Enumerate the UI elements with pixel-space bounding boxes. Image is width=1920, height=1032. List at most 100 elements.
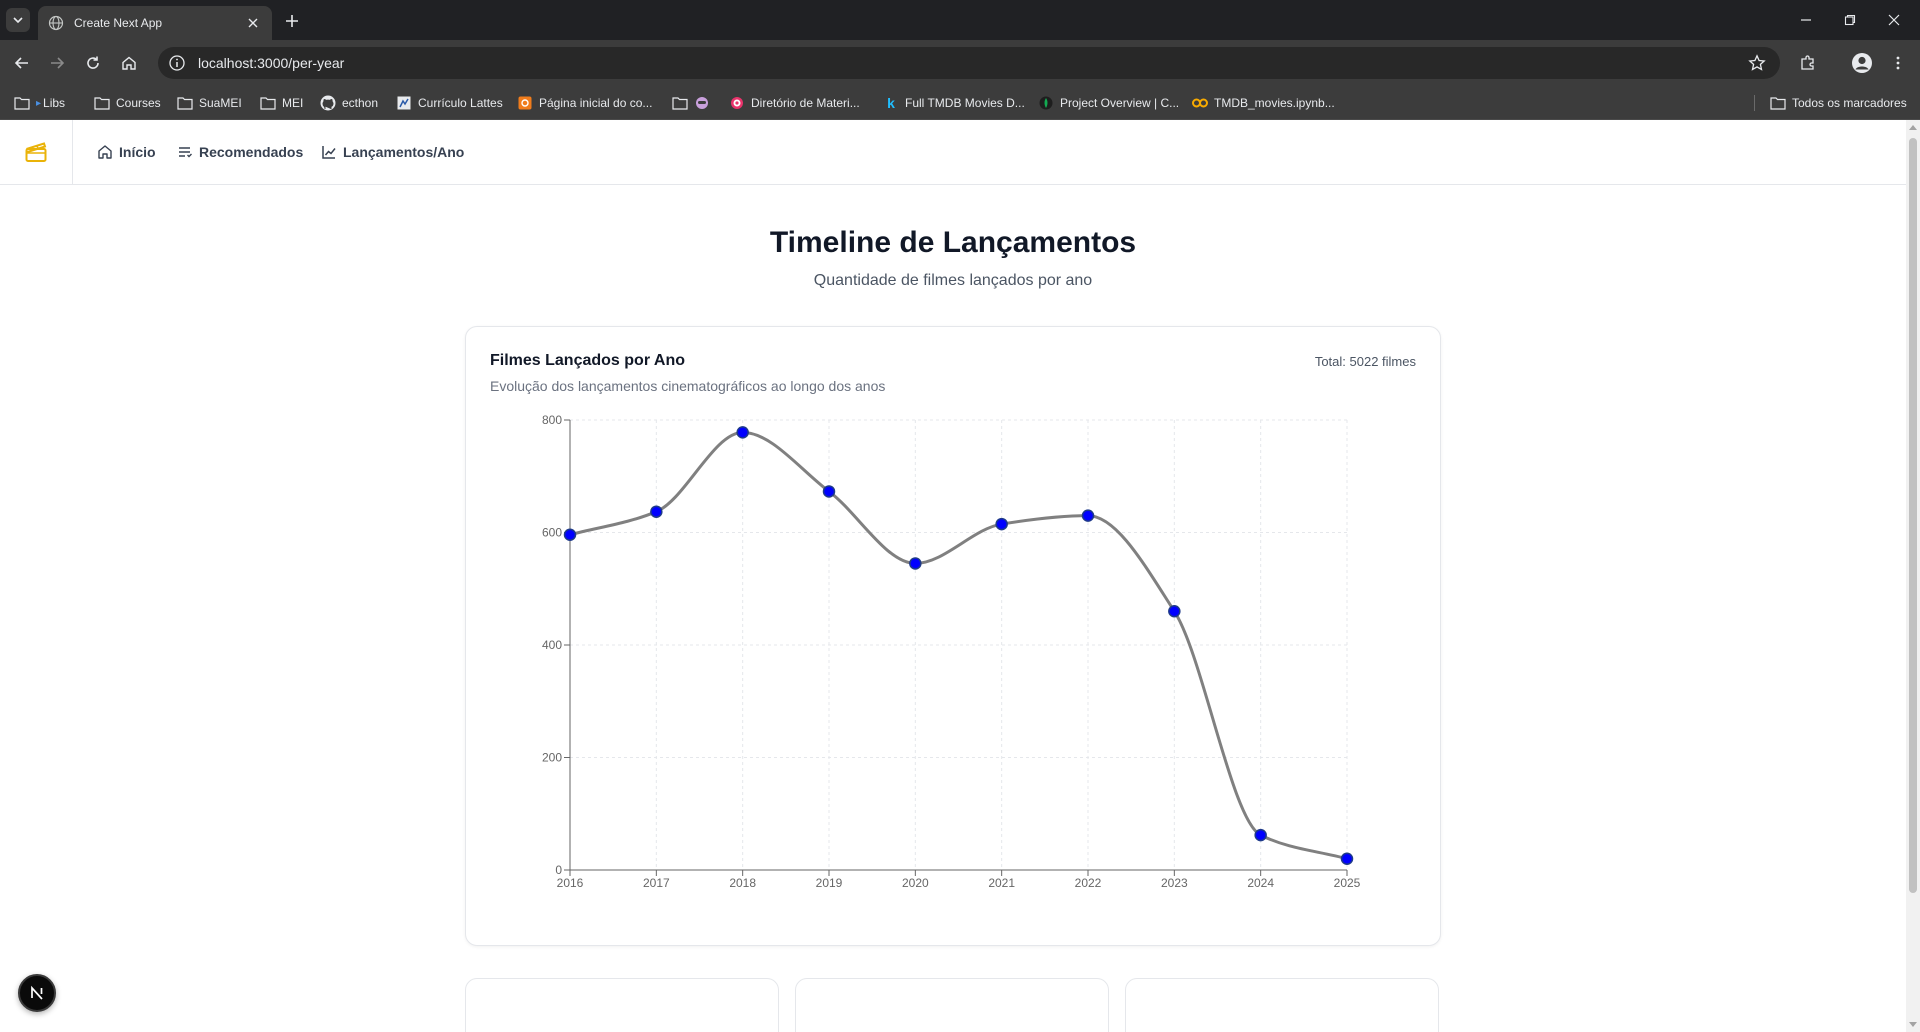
- mongodb-icon: [1038, 95, 1054, 111]
- bookmark-colab[interactable]: TMDB_movies.ipynb...: [1192, 94, 1335, 112]
- data-point[interactable]: [563, 528, 577, 541]
- bookmark-pagina-inicial[interactable]: Página inicial do co...: [517, 94, 652, 112]
- profile-button[interactable]: [1850, 51, 1874, 75]
- close-window-button[interactable]: [1880, 8, 1908, 32]
- x-tick-label: 2020: [902, 876, 929, 890]
- nav-label: Início: [119, 144, 156, 160]
- logo[interactable]: [0, 120, 73, 184]
- bookmark-label: TMDB_movies.ipynb...: [1214, 96, 1335, 110]
- bookmark-suamei[interactable]: SuaMEI: [177, 94, 242, 112]
- extensions-button[interactable]: [1796, 51, 1820, 75]
- nav-label: Recomendados: [199, 144, 304, 160]
- chart-card: Filmes Lançados por Ano Evolução dos lan…: [465, 326, 1441, 946]
- site-info-icon[interactable]: [168, 54, 186, 72]
- arrow-left-icon: [14, 57, 28, 69]
- bookmark-ecthon[interactable]: ecthon: [320, 94, 378, 112]
- folder-icon: [14, 95, 30, 111]
- bookmark-label: ecthon: [342, 96, 379, 110]
- x-tick-label: 2016: [557, 876, 584, 890]
- x-tick-label: 2025: [1334, 876, 1361, 890]
- y-tick-label: 400: [542, 638, 562, 652]
- home-button[interactable]: [117, 51, 141, 75]
- home-icon: [122, 56, 136, 70]
- tab-search-button[interactable]: [6, 8, 30, 32]
- data-point[interactable]: [1081, 509, 1095, 522]
- github-icon: [320, 95, 336, 111]
- clapperboard-icon: [25, 142, 47, 162]
- bookmark-label: Todos os marcadores: [1792, 96, 1907, 110]
- arrow-right-icon: [51, 57, 65, 69]
- browser-tab[interactable]: Create Next App: [38, 6, 272, 40]
- x-tick-label: 2019: [816, 876, 843, 890]
- series-line: [569, 430, 1348, 861]
- nav-recomendados[interactable]: Recomendados: [177, 142, 303, 162]
- bookmark-label: Página inicial do co...: [539, 96, 653, 110]
- vscode-icon: ▸: [36, 97, 42, 109]
- close-tab-icon[interactable]: [244, 14, 262, 32]
- data-point[interactable]: [822, 485, 836, 498]
- data-point[interactable]: [1254, 828, 1267, 842]
- folder-icon: [260, 95, 276, 111]
- bookmark-lattes[interactable]: Currículo Lattes: [396, 94, 503, 112]
- new-tab-button[interactable]: [280, 9, 304, 33]
- data-point[interactable]: [1340, 852, 1354, 865]
- folder-icon: [177, 95, 193, 111]
- app-navbar: Início Recomendados Lançamentos/Ano: [0, 120, 1906, 185]
- kaggle-icon: k: [887, 95, 895, 111]
- folder-icon: [94, 95, 110, 111]
- forward-button[interactable]: [45, 51, 69, 75]
- x-tick-label: 2022: [1075, 876, 1102, 890]
- address-bar[interactable]: localhost:3000/per-year: [158, 47, 1780, 79]
- bookmarks-bar: ▸ Libs Courses SuaMEI MEI ecthon Currícu…: [0, 86, 1920, 120]
- scroll-down-icon: [1909, 1022, 1917, 1027]
- puzzle-icon: [1801, 55, 1814, 70]
- nextjs-dev-indicator[interactable]: [18, 974, 56, 1012]
- menu-button[interactable]: [1886, 51, 1910, 75]
- list-icon: [177, 144, 193, 160]
- bookmarks-separator: [1754, 95, 1755, 111]
- browser-toolbar: localhost:3000/per-year: [0, 40, 1920, 86]
- back-button[interactable]: [10, 51, 34, 75]
- bookmark-label: Diretório de Materi...: [751, 96, 860, 110]
- bookmark-tmdb-kaggle[interactable]: k Full TMDB Movies D...: [883, 94, 1025, 112]
- bookmark-courses[interactable]: Courses: [94, 94, 161, 112]
- bookmark-diretorio[interactable]: Diretório de Materi...: [729, 94, 860, 112]
- reload-button[interactable]: [81, 51, 105, 75]
- url-text[interactable]: localhost:3000/per-year: [198, 55, 344, 71]
- folder-icon: [1770, 95, 1786, 111]
- y-tick-label: 0: [555, 863, 562, 877]
- close-icon: [1888, 14, 1900, 26]
- more-vertical-icon: [1896, 56, 1900, 70]
- bookmark-project-overview[interactable]: Project Overview | C...: [1038, 94, 1179, 112]
- minimize-button[interactable]: [1792, 8, 1820, 32]
- bookmark-libs[interactable]: ▸ Libs: [14, 94, 65, 112]
- page-subtitle: Quantidade de filmes lançados por ano: [813, 272, 1093, 289]
- bookmark-all[interactable]: Todos os marcadores: [1770, 94, 1907, 112]
- bookmark-label: Courses: [116, 96, 161, 110]
- bookmark-folder[interactable]: [672, 94, 716, 112]
- nav-inicio[interactable]: Início: [97, 142, 156, 162]
- stat-card: [795, 978, 1109, 1032]
- scroll-thumb[interactable]: [1909, 138, 1917, 893]
- reload-icon: [87, 56, 99, 69]
- page-content: Início Recomendados Lançamentos/Ano Time…: [0, 120, 1906, 1032]
- data-point[interactable]: [995, 517, 1008, 531]
- restore-button[interactable]: [1836, 8, 1864, 32]
- mask-icon: [694, 95, 710, 111]
- page-scrollbar[interactable]: [1906, 120, 1920, 1032]
- y-tick-label: 800: [542, 413, 562, 427]
- data-point[interactable]: [736, 426, 749, 439]
- chevron-down-icon: [13, 17, 23, 24]
- plus-icon: [286, 15, 298, 27]
- data-point[interactable]: [909, 557, 922, 570]
- browser-tabstrip: Create Next App: [0, 0, 1920, 40]
- bookmark-star-icon[interactable]: [1748, 54, 1766, 72]
- data-point[interactable]: [650, 505, 663, 518]
- line-chart[interactable]: 0 200 400 600 800 2016 2017 2018 2019 2020 2021 202…: [466, 327, 1442, 947]
- bookmark-mei[interactable]: MEI: [260, 94, 303, 112]
- x-tick-label: 2024: [1247, 876, 1274, 890]
- bookmark-label: Currículo Lattes: [418, 96, 503, 110]
- folder-icon: [672, 95, 688, 111]
- nav-lancamentos-ano[interactable]: Lançamentos/Ano: [321, 142, 464, 162]
- data-point[interactable]: [1168, 605, 1181, 618]
